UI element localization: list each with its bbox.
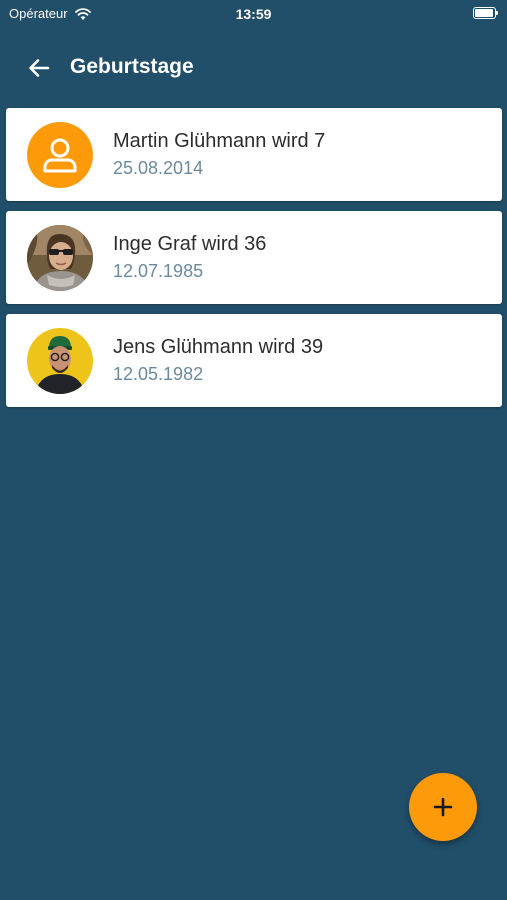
birthday-date: 12.07.1985 (113, 261, 204, 281)
status-bar: Opérateur 13:59 (0, 0, 507, 28)
avatar-photo (27, 328, 93, 394)
back-button[interactable] (22, 50, 58, 86)
birthday-title: Inge Graf wird 36 (113, 233, 267, 255)
avatar-photo (27, 225, 93, 291)
battery-icon (473, 7, 498, 19)
birthday-card-martin[interactable]: Martin Glühmann wird 7 25.08.2014 (6, 108, 502, 201)
birthday-title: Jens Glühmann wird 39 (113, 336, 324, 358)
birthday-title: Martin Glühmann wird 7 (113, 130, 326, 152)
placeholder-person-icon (27, 122, 93, 188)
page-title: Geburtstage (70, 55, 194, 78)
plus-icon (433, 797, 453, 817)
birthday-card-jens[interactable]: Jens Glühmann wird 39 12.05.1982 (6, 314, 502, 407)
birthday-list: Martin Glühmann wird 7 25.08.2014 Inge G… (6, 108, 502, 417)
birthday-card-inge[interactable]: Inge Graf wird 36 12.07.1985 (6, 211, 502, 304)
birthday-date: 25.08.2014 (113, 158, 204, 178)
birthday-date: 12.05.1982 (113, 364, 204, 384)
add-birthday-button[interactable] (409, 773, 477, 841)
arrow-left-icon (29, 59, 50, 77)
status-time: 13:59 (235, 6, 272, 22)
app-bar: Geburtstage (0, 40, 507, 96)
